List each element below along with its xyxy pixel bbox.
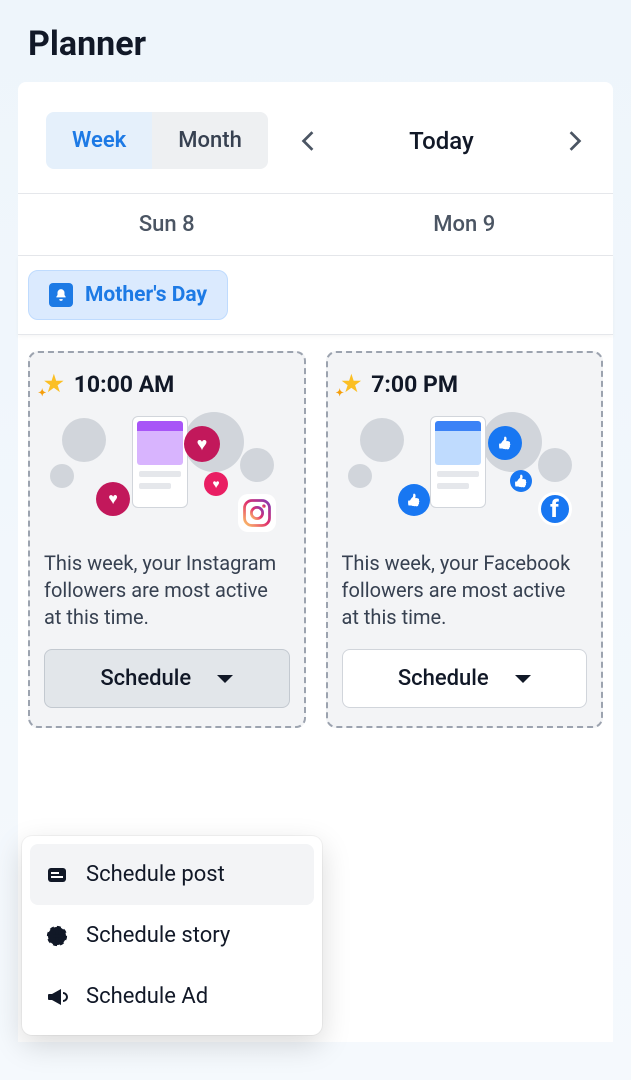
card-description: This week, your Instagram followers are … <box>44 550 290 631</box>
caret-down-icon <box>217 675 233 683</box>
event-mothers-day[interactable]: Mother's Day <box>28 270 228 320</box>
chevron-left-icon <box>301 130 315 152</box>
suggestion-card-facebook: ★ 7:00 PM f This week, your Facebook fol… <box>326 351 604 728</box>
view-week-button[interactable]: Week <box>46 112 152 169</box>
card-time-text: 7:00 PM <box>371 371 458 398</box>
card-time: ★ 10:00 AM <box>44 371 290 398</box>
chevron-right-icon <box>568 130 582 152</box>
schedule-button[interactable]: Schedule <box>44 649 290 708</box>
star-icon: ★ <box>44 372 64 397</box>
today-button[interactable]: Today <box>348 127 535 155</box>
day-headers: Sun 8 Mon 9 <box>18 194 613 256</box>
schedule-button-label: Schedule <box>398 666 489 691</box>
schedule-dropdown: Schedule post Schedule story Schedule Ad <box>22 836 322 1035</box>
dropdown-label: Schedule Ad <box>86 984 208 1009</box>
megaphone-icon <box>44 985 70 1009</box>
instagram-icon <box>238 494 276 532</box>
day-header-sun: Sun 8 <box>18 194 316 255</box>
caret-down-icon <box>515 675 531 683</box>
suggestion-cards: ★ 10:00 AM This week, <box>18 335 613 744</box>
prev-arrow-button[interactable] <box>298 131 318 151</box>
card-time-text: 10:00 AM <box>74 371 175 398</box>
all-day-row: Mother's Day <box>18 256 613 335</box>
toolbar: Week Month Today <box>18 82 613 194</box>
instagram-illustration <box>44 412 290 542</box>
facebook-illustration: f <box>342 412 588 542</box>
bell-icon <box>49 283 73 307</box>
dropdown-schedule-story[interactable]: Schedule story <box>30 905 314 966</box>
dropdown-schedule-ad[interactable]: Schedule Ad <box>30 966 314 1027</box>
day-header-mon: Mon 9 <box>316 194 614 255</box>
dropdown-schedule-post[interactable]: Schedule post <box>30 844 314 905</box>
dropdown-label: Schedule post <box>86 862 225 887</box>
schedule-button[interactable]: Schedule <box>342 649 588 708</box>
post-icon <box>44 863 70 887</box>
page-title: Planner <box>0 0 631 82</box>
story-icon <box>44 924 70 948</box>
view-month-button[interactable]: Month <box>152 112 268 169</box>
card-description: This week, your Facebook followers are m… <box>342 550 588 631</box>
facebook-icon: f <box>538 492 572 526</box>
event-label: Mother's Day <box>85 283 207 307</box>
dropdown-label: Schedule story <box>86 923 230 948</box>
schedule-button-label: Schedule <box>100 666 191 691</box>
card-time: ★ 7:00 PM <box>342 371 588 398</box>
star-icon: ★ <box>342 372 362 397</box>
next-arrow-button[interactable] <box>565 131 585 151</box>
view-toggle: Week Month <box>46 112 268 169</box>
suggestion-card-instagram: ★ 10:00 AM This week, <box>28 351 306 728</box>
